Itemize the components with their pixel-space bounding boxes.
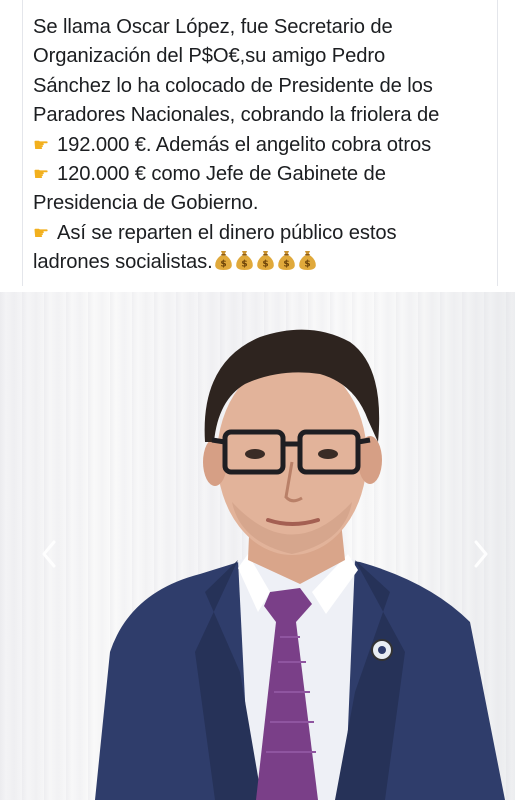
post-line: 192.000 €. Además el angelito cobra otro… — [57, 133, 432, 156]
svg-text:$: $ — [283, 260, 289, 270]
svg-text:$: $ — [220, 260, 226, 270]
post-line: Organización del P$O€,su amigo Pedro — [33, 45, 386, 68]
svg-text:$: $ — [262, 260, 268, 270]
svg-text:$: $ — [304, 260, 310, 270]
post-line-with-emoji: ☛ 192.000 €. Además el angelito cobra otr… — [33, 131, 503, 160]
portrait-illustration — [95, 329, 505, 800]
chevron-right-icon — [474, 540, 488, 568]
panel-border-left — [22, 0, 23, 286]
post-line: 120.000 € como Jefe de Gabinete de — [57, 163, 386, 186]
post-line: Se llama Oscar López, fue Secretario de — [33, 16, 393, 38]
post-line: Así se reparten el dinero público estos — [57, 221, 397, 244]
next-photo-button[interactable] — [470, 536, 492, 572]
previous-photo-button[interactable] — [38, 536, 60, 572]
chevron-left-icon — [42, 540, 56, 568]
money-bag-icon: $ — [298, 250, 317, 271]
money-bag-icon: $ — [277, 250, 296, 271]
post-line: Sánchez lo ha colocado de Presidente de … — [33, 74, 433, 97]
post-line-with-emoji: ☛ 120.000 € como Jefe de Gabinete de — [33, 160, 503, 189]
money-bag-icon: $ — [235, 250, 254, 271]
post-line-with-emoji: ☛ Así se reparten el dinero público estos — [33, 219, 503, 248]
pointing-hand-icon: ☛ — [33, 134, 50, 155]
svg-text:$: $ — [241, 260, 247, 270]
post-photo[interactable] — [0, 292, 515, 800]
post-line: Presidencia de Gobierno. — [33, 192, 259, 215]
post-body: Se llama Oscar López, fue Secretario de … — [33, 13, 503, 278]
pointing-hand-icon: ☛ — [33, 222, 50, 243]
post-text-panel: Se llama Oscar López, fue Secretario de … — [0, 0, 515, 292]
post-line: Paradores Nacionales, cobrando la friole… — [33, 104, 440, 127]
money-bags: $ $ $ $ $ — [214, 250, 317, 271]
post-line: ladrones socialistas. — [33, 251, 213, 274]
pointing-hand-icon: ☛ — [33, 164, 50, 185]
post-line-with-emoji: ladrones socialistas. $ $ $ $ $ — [33, 248, 503, 277]
money-bag-icon: $ — [214, 250, 233, 271]
facebook-post: Se llama Oscar López, fue Secretario de … — [0, 0, 515, 800]
money-bag-icon: $ — [256, 250, 275, 271]
